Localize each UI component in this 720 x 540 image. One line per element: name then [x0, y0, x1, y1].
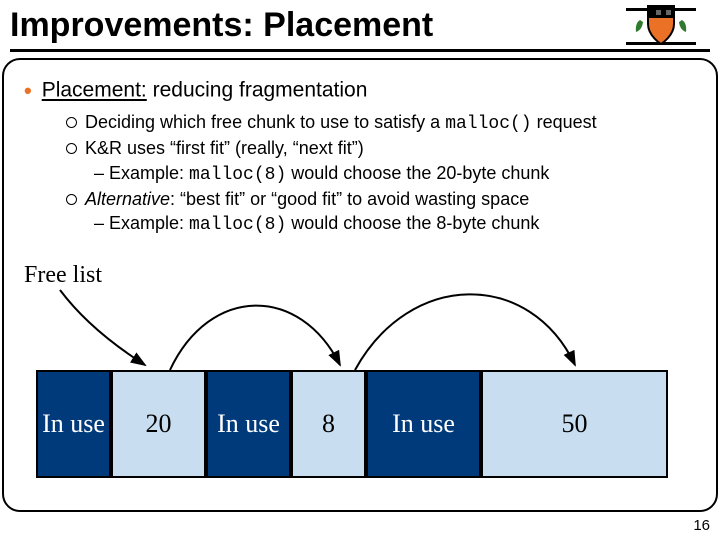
block-in-use-3: In use: [366, 370, 481, 478]
hollow-bullet-icon: [66, 194, 77, 205]
slide-title: Improvements: Placement: [10, 6, 710, 45]
sub1-a: Deciding which free chunk to use to sati…: [85, 112, 445, 132]
block-free-20: 20: [111, 370, 206, 478]
block-free-50: 50: [481, 370, 668, 478]
sub-bullet-3: Alternative: “best fit” or “good fit” to…: [66, 187, 696, 211]
sub3-ex-code: malloc(8): [189, 215, 286, 235]
sub-bullet-1: Deciding which free chunk to use to sati…: [66, 110, 696, 136]
sub2-text: K&R uses “first fit” (really, “next fit”…: [85, 138, 364, 158]
bullet-level1: • Placement: reducing fragmentation: [24, 78, 696, 104]
sub1-b: request: [532, 112, 597, 132]
sub2-ex-a: – Example:: [94, 163, 189, 183]
sub-bullets: Deciding which free chunk to use to sati…: [66, 110, 696, 237]
block-in-use-2: In use: [206, 370, 291, 478]
bullet1-leader: Placement:: [42, 79, 147, 102]
bullet-dot-icon: •: [24, 78, 32, 103]
sub3-ex-b: would choose the 8-byte chunk: [286, 213, 539, 233]
title-bar: Improvements: Placement: [10, 6, 710, 52]
sub3-b: : “best fit” or “good fit” to avoid wast…: [170, 189, 529, 209]
sub2-ex-code: malloc(8): [189, 165, 286, 185]
sub3-italic: Alternative: [85, 189, 170, 209]
hollow-bullet-icon: [66, 117, 77, 128]
sub-bullet-2-example: – Example: malloc(8) would choose the 20…: [94, 161, 696, 187]
sub-bullet-2: K&R uses “first fit” (really, “next fit”…: [66, 136, 696, 160]
hollow-bullet-icon: [66, 143, 77, 154]
memory-blocks: In use 20 In use 8 In use 50: [36, 370, 670, 480]
sub3-ex-a: – Example:: [94, 213, 189, 233]
title-underline: [10, 49, 710, 52]
princeton-shield-icon: [626, 2, 696, 52]
sub-bullet-3-example: – Example: malloc(8) would choose the 8-…: [94, 211, 696, 237]
bullet1-rest: reducing fragmentation: [147, 79, 368, 102]
sub2-ex-b: would choose the 20-byte chunk: [286, 163, 549, 183]
block-in-use-1: In use: [36, 370, 111, 478]
free-list-label: Free list: [24, 262, 102, 289]
body-content: • Placement: reducing fragmentation Decid…: [24, 78, 696, 237]
block-free-8: 8: [291, 370, 366, 478]
page-number: 16: [693, 517, 710, 534]
sub1-code: malloc(): [445, 114, 531, 134]
